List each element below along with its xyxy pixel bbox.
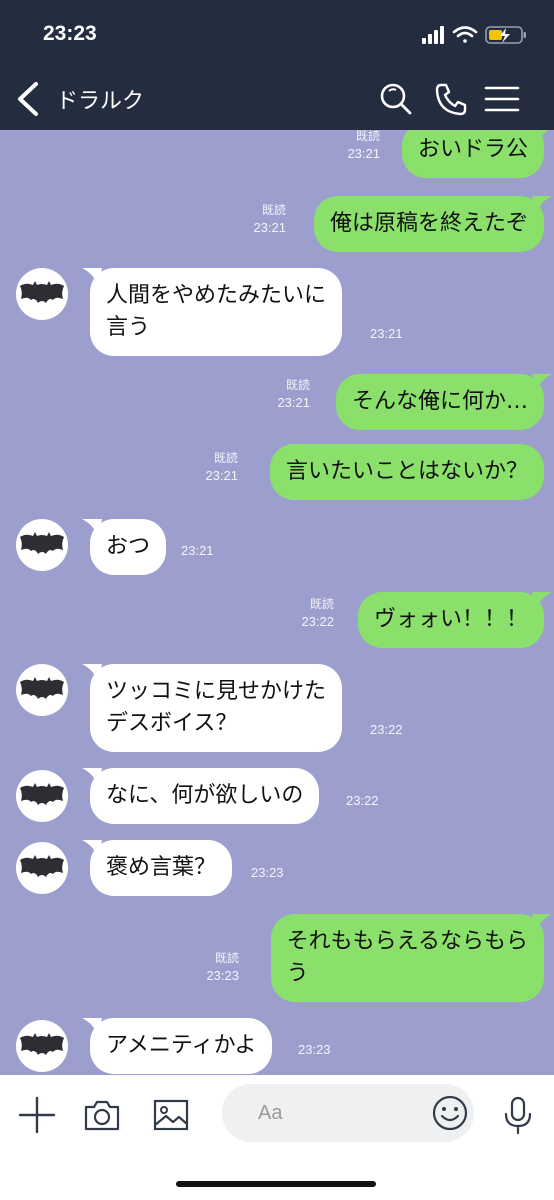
message-incoming[interactable]: 褒め言葉？	[82, 840, 233, 896]
message-text: う	[286, 961, 309, 986]
message-time: 23:21	[347, 146, 380, 161]
battery-icon	[485, 26, 526, 44]
message-text: なに、何が欲しいの	[106, 783, 304, 808]
status-bar: 23:23	[0, 0, 554, 68]
message-outgoing[interactable]: 俺は原稿を終えたぞ	[313, 196, 552, 252]
avatar[interactable]	[16, 1020, 68, 1072]
message-incoming[interactable]: なに、何が欲しいの	[82, 768, 320, 824]
status-time: 23:23	[43, 22, 97, 45]
message-meta: 既読 23:22	[301, 596, 334, 630]
read-receipt: 既読	[355, 130, 380, 143]
bat-avatar-icon	[20, 281, 64, 303]
read-receipt: 既読	[285, 378, 310, 392]
read-receipt: 既読	[309, 597, 334, 611]
message-text: デスボイス？	[106, 711, 238, 736]
message-text: 人間をやめたみたいに	[106, 283, 327, 308]
message-outgoing[interactable]: ヴォォい！！！	[357, 592, 552, 648]
message-text: それももらえるならもら	[286, 929, 528, 954]
chat-title: ドラルク	[56, 89, 145, 114]
message-meta: 既読 23:23	[206, 950, 239, 984]
avatar[interactable]	[16, 770, 68, 822]
message-text: 褒め言葉？	[106, 855, 217, 880]
bat-avatar-icon	[20, 1033, 64, 1055]
avatar[interactable]	[16, 519, 68, 571]
message-outgoing[interactable]: それももらえるならもら う	[270, 914, 552, 1002]
message-time: 23:23	[298, 1042, 331, 1057]
message-text: ヴォォい！！！	[373, 607, 528, 632]
plus-icon[interactable]	[17, 1095, 57, 1135]
chat-header: ドラルク	[0, 68, 554, 130]
message-incoming[interactable]: おつ	[82, 519, 167, 575]
menu-icon[interactable]	[483, 80, 521, 118]
signal-icon	[422, 26, 444, 44]
search-icon[interactable]	[377, 80, 415, 118]
wifi-icon	[452, 26, 478, 43]
home-indicator	[176, 1181, 376, 1187]
bat-avatar-icon	[20, 532, 64, 554]
message-text: 言いたいことはないか？	[285, 459, 528, 484]
message-incoming[interactable]: ツッコミに見せかけた デスボイス？	[82, 664, 343, 752]
message-time: 23:23	[251, 865, 284, 880]
message-meta: 既読 23:21	[277, 377, 310, 411]
message-time: 23:21	[253, 220, 286, 235]
mic-icon[interactable]	[498, 1095, 538, 1135]
message-meta: 既読 23:21	[253, 202, 286, 236]
message-outgoing[interactable]: 言いたいことはないか？	[269, 444, 544, 500]
message-time: 23:21	[181, 543, 214, 558]
message-text: 俺は原稿を終えたぞ	[329, 211, 528, 236]
back-icon[interactable]	[8, 76, 48, 122]
message-text: ツッコミに見せかけた	[106, 679, 327, 704]
message-text: おいドラ公	[417, 137, 528, 162]
image-icon[interactable]	[151, 1095, 191, 1135]
read-receipt: 既読	[214, 951, 239, 965]
avatar[interactable]	[16, 842, 68, 894]
message-time: 23:21	[277, 395, 310, 410]
message-incoming[interactable]: アメニティかよ	[82, 1018, 273, 1074]
phone-icon[interactable]	[432, 80, 470, 118]
message-time: 23:22	[370, 722, 403, 737]
message-time: 23:22	[301, 614, 334, 629]
avatar[interactable]	[16, 664, 68, 716]
message-time: 23:21	[370, 326, 403, 341]
read-receipt: 既読	[261, 203, 286, 217]
status-icons	[422, 26, 526, 44]
message-text: おつ	[106, 534, 151, 559]
message-outgoing[interactable]: おいドラ公	[401, 130, 549, 178]
read-receipt: 既読	[213, 451, 238, 465]
bat-avatar-icon	[20, 677, 64, 699]
message-time: 23:21	[205, 468, 238, 483]
message-time: 23:23	[206, 968, 239, 983]
avatar[interactable]	[16, 268, 68, 320]
message-text: そんな俺に何か…	[351, 389, 528, 414]
bat-avatar-icon	[20, 783, 64, 805]
message-meta: 既読 23:21	[205, 450, 238, 484]
chat-area[interactable]: 既読 23:21 おいドラ公 既読 23:21 俺は原稿を終えたぞ 人間をやめた…	[0, 130, 554, 1075]
bat-avatar-icon	[20, 855, 64, 877]
message-incoming[interactable]: 人間をやめたみたいに 言う	[82, 268, 343, 356]
message-outgoing[interactable]: そんな俺に何か…	[335, 374, 552, 430]
message-text: アメニティかよ	[106, 1033, 257, 1058]
smiley-icon[interactable]	[430, 1093, 470, 1133]
camera-icon[interactable]	[82, 1095, 122, 1135]
message-meta: 既読 23:21	[347, 130, 380, 162]
message-time: 23:22	[346, 793, 379, 808]
message-text: 言う	[106, 315, 151, 340]
